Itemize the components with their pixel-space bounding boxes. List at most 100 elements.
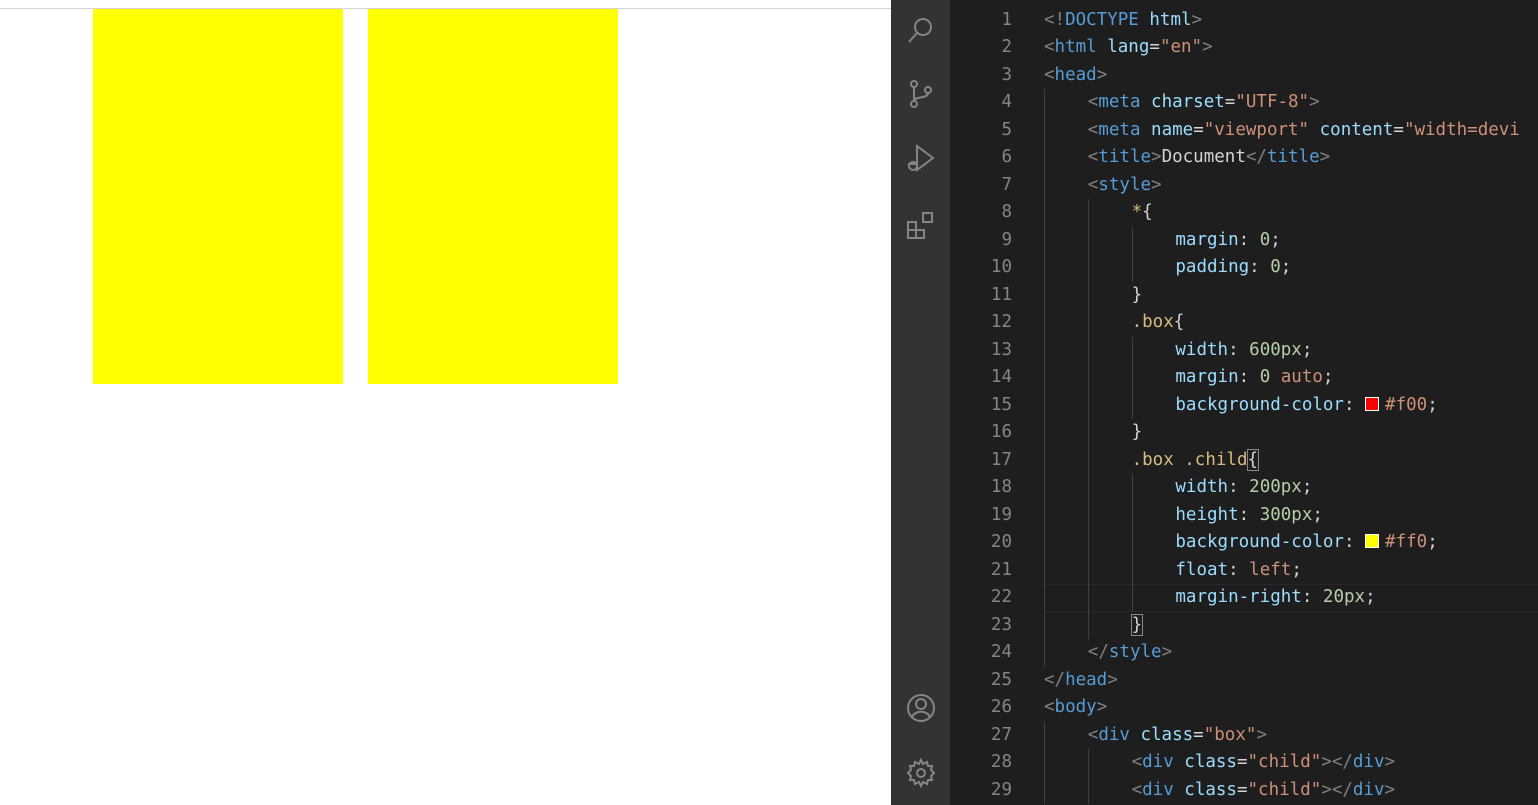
indent-guide [1044,721,1045,804]
code-token: head [1054,64,1097,85]
code-token: ; [1322,367,1334,387]
line-number: 9 [1001,229,1012,250]
line-number: 16 [990,422,1012,442]
code-token: = [1149,37,1160,57]
code-token: > [1202,37,1213,57]
code-token: : [1301,587,1323,607]
code-token: html [1138,9,1192,30]
code-token: { [1173,312,1185,332]
line-number: 8 [1001,202,1012,222]
code-token: class [1173,779,1237,800]
code-token: margin [1175,367,1239,387]
line-number: 22 [990,587,1012,607]
line-number: 13 [990,339,1012,360]
indent-guide [1131,474,1133,612]
code-token: "child" [1247,779,1322,800]
code-token: ; [1301,339,1313,360]
code-token: ></ [1321,779,1353,800]
code-line: } [1130,612,1144,640]
code-line: margin: 0 auto; [1175,364,1333,392]
code-line: <meta charset="UTF-8"> [1088,89,1320,117]
code-token: < [1131,779,1143,800]
line-number: 19 [990,504,1012,525]
code-token: } [1130,613,1144,636]
code-token: "child" [1247,752,1322,772]
code-token: <! [1044,9,1066,30]
code-token: > [1107,669,1118,690]
code-token: .box .child [1131,449,1248,470]
code-token: div [1352,779,1385,800]
code-editor[interactable]: 1 2 3 4 5 6 7 8 9 10 11 12 13 14 15 16 17 18 19 20 21 22 23 24 2… [950,0,1538,805]
code-line: <div class="child"></div> [1132,777,1395,805]
code-token: meta [1098,92,1141,112]
code-token: : [1228,559,1250,580]
code-token: .box [1131,312,1174,332]
code-token: padding [1175,257,1250,277]
source-control-icon[interactable] [905,78,937,110]
code-line: <body> [1044,694,1107,722]
code-token: < [1087,174,1099,195]
code-line: } [1132,419,1143,447]
code-token: > [1151,174,1162,195]
code-token: : [1343,394,1366,415]
code-token: } [1131,284,1143,305]
code-token: : [1249,257,1271,277]
run-debug-icon[interactable] [905,142,937,174]
account-icon[interactable] [905,692,937,724]
code-token: title [1098,147,1152,167]
code-token: ; [1270,229,1281,250]
code-token: </ [1087,642,1109,662]
code-token: class [1129,724,1194,745]
code-token: head [1065,669,1108,690]
code-token: : [1238,367,1260,387]
indent-guide [1087,199,1089,639]
code-token: ; [1312,504,1323,525]
line-number: 18 [990,477,1012,497]
code-token: float [1175,559,1229,580]
code-token: > [1384,779,1396,800]
line-number: 26 [990,697,1012,717]
code-token: title [1266,147,1320,167]
code-token: : [1228,477,1250,497]
line-number: 23 [990,614,1012,635]
child-box-1 [93,9,343,384]
code-line: *{ [1132,199,1153,227]
code-token: = [1193,119,1204,140]
code-token: "viewport" [1203,119,1310,140]
indent-guide [1044,89,1045,667]
code-token: width [1175,477,1229,497]
code-token: 20px [1322,587,1366,607]
line-number: 11 [990,284,1012,305]
line-number: 4 [1001,92,1012,112]
code-token: 0 [1259,367,1271,387]
code-line: background-color: #ff0; [1175,529,1437,557]
code-token: ; [1301,477,1313,497]
code-token: </ [1245,147,1267,167]
code-token: { [1246,448,1260,471]
line-number: 20 [990,532,1012,552]
code-line: margin: 0; [1175,227,1280,255]
code-token: 0 [1259,229,1271,250]
code-token: "UTF-8" [1235,92,1310,112]
code-token: 300px [1259,504,1313,525]
line-number: 27 [990,724,1012,745]
code-line: <!DOCTYPE html> [1044,7,1202,35]
color-swatch[interactable] [1365,396,1380,411]
color-swatch[interactable] [1365,534,1380,548]
search-icon[interactable] [905,15,937,47]
settings-gear-icon[interactable] [905,757,937,789]
code-line: background-color: #f00; [1175,392,1437,420]
code-token: ; [1427,394,1438,415]
code-token: background-color [1175,394,1344,415]
code-token: ; [1280,257,1292,277]
code-line: <style> [1088,172,1162,200]
code-token: margin-right [1175,587,1302,607]
code-token: } [1131,422,1143,442]
extensions-icon[interactable] [905,210,937,242]
code-token: div [1098,724,1130,745]
code-token: auto [1270,367,1323,387]
code-line: </head> [1044,667,1118,695]
line-number: 7 [1001,174,1012,195]
code-token: "width=devi [1403,119,1520,140]
code-token: left [1249,559,1292,580]
